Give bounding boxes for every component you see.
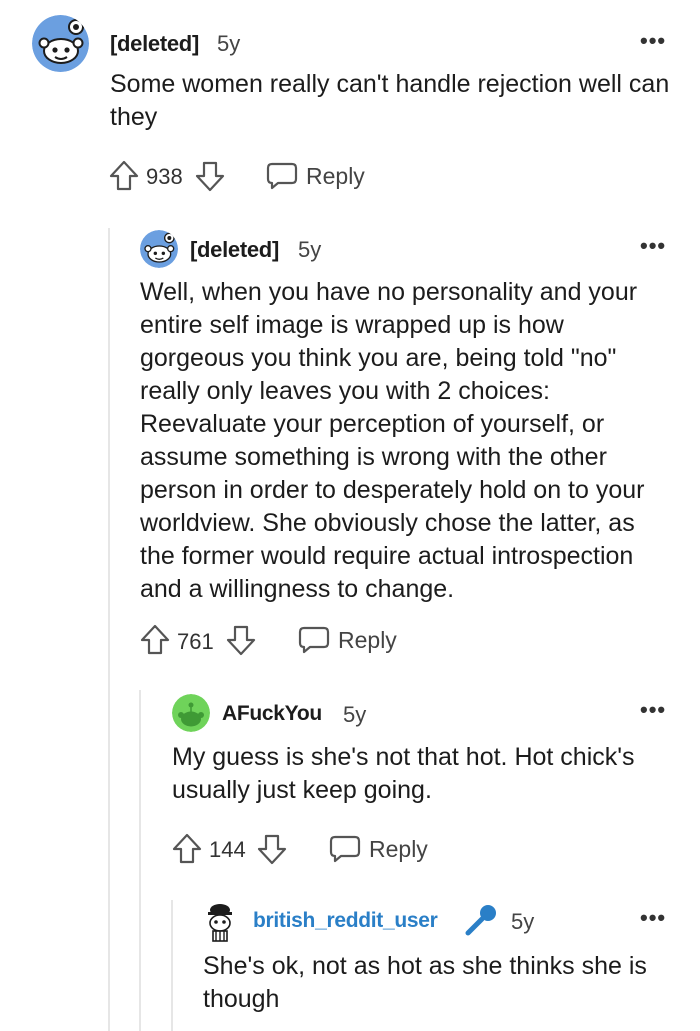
reply-label: Reply (338, 626, 397, 653)
thread-line-level-2[interactable] (139, 690, 141, 1031)
comment-age: 5y (217, 31, 241, 56)
reply-button[interactable]: Reply (298, 624, 397, 656)
snoo-deleted-avatar-icon[interactable] (32, 15, 89, 72)
more-options-icon[interactable]: ••• (640, 233, 666, 259)
comment-age: 5y (343, 702, 367, 727)
comment-bubble-icon (329, 835, 361, 863)
green-snoo-avatar-icon[interactable] (172, 694, 210, 732)
vote-count: 938 (146, 164, 183, 189)
comment-body: She's ok, not as hot as she thinks she i… (203, 952, 647, 1013)
comment-author[interactable]: [deleted] (110, 31, 199, 57)
comment-author[interactable]: AFuckYou (222, 702, 322, 726)
more-options-icon[interactable]: ••• (640, 28, 666, 54)
comment-bubble-icon (298, 626, 330, 654)
thread-line-level-3[interactable] (171, 900, 173, 1031)
comment-body: Well, when you have no personality and y… (140, 278, 645, 603)
comment-bubble-icon (266, 162, 298, 190)
comment-author[interactable]: [deleted] (190, 237, 279, 263)
upvote-icon[interactable] (140, 624, 170, 656)
microphone-icon (463, 902, 499, 938)
downvote-icon[interactable] (195, 160, 225, 192)
comment-age: 5y (298, 237, 322, 262)
vote-count: 144 (209, 837, 246, 862)
more-options-icon[interactable]: ••• (640, 697, 666, 723)
comment-age: 5y (511, 909, 535, 934)
thread-line-level-1[interactable] (108, 228, 110, 1031)
snoo-hat-avatar-icon[interactable] (203, 902, 237, 942)
reply-label: Reply (306, 162, 365, 189)
downvote-icon[interactable] (257, 833, 287, 865)
comment-body: My guess is she's not that hot. Hot chic… (172, 743, 635, 804)
vote-count: 761 (177, 629, 214, 654)
reply-button[interactable]: Reply (266, 160, 365, 192)
snoo-deleted-avatar-icon[interactable] (140, 230, 178, 268)
downvote-icon[interactable] (226, 624, 256, 656)
upvote-icon[interactable] (172, 833, 202, 865)
reply-button[interactable]: Reply (329, 833, 428, 865)
more-options-icon[interactable]: ••• (640, 905, 666, 931)
comment-body: Some women really can't handle rejection… (110, 70, 670, 131)
reply-label: Reply (369, 835, 428, 862)
comment-author[interactable]: british_reddit_user (253, 909, 438, 933)
upvote-icon[interactable] (109, 160, 139, 192)
